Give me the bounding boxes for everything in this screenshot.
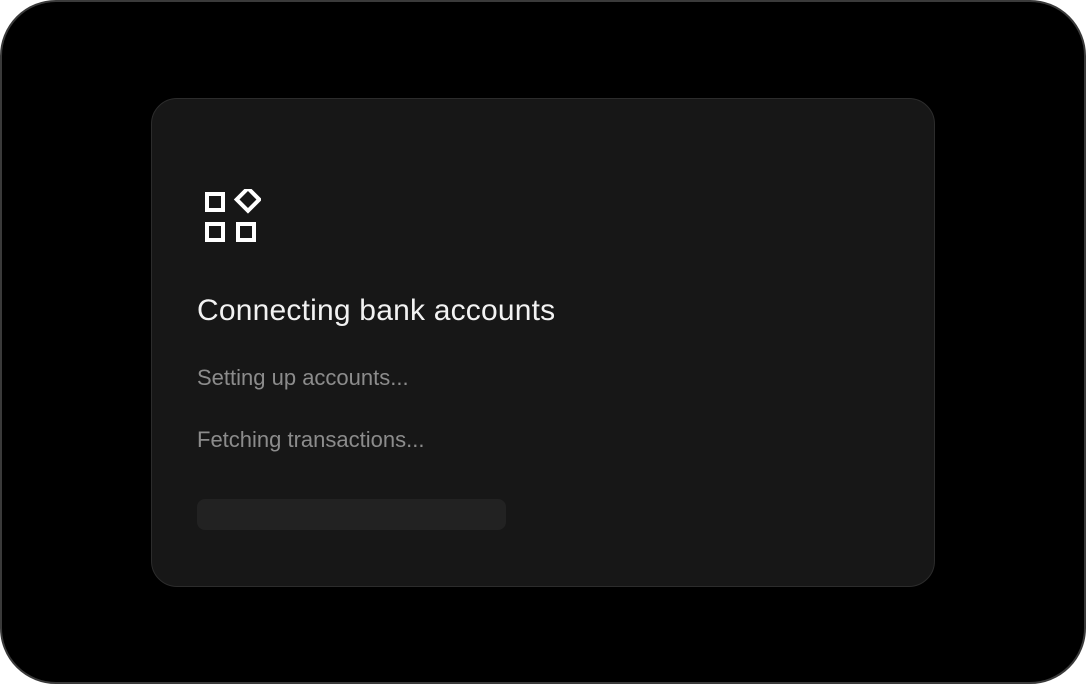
- connecting-dialog: Connecting bank accounts Setting up acco…: [151, 98, 935, 587]
- apps-grid-icon: [197, 185, 263, 253]
- dialog-title: Connecting bank accounts: [197, 294, 556, 327]
- device-frame: Connecting bank accounts Setting up acco…: [0, 0, 1086, 684]
- step-fetching-transactions: Fetching transactions...: [197, 427, 425, 452]
- step-setting-up-accounts: Setting up accounts...: [197, 365, 409, 390]
- progress-bar: [197, 499, 506, 530]
